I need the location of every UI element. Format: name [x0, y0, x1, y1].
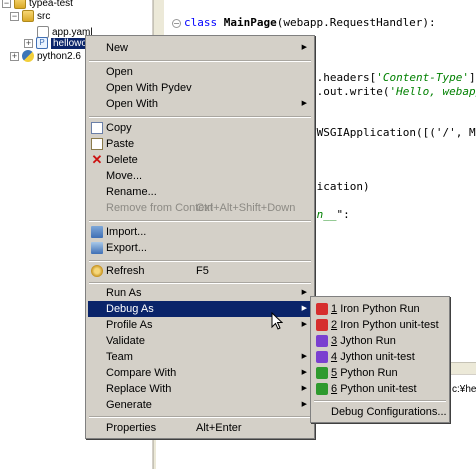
code-line: e.out.write('Hello, webapp: [310, 85, 476, 98]
copy-icon: [91, 122, 103, 134]
iron-python-run-icon: [316, 303, 328, 315]
jython-unit-test-icon: [316, 351, 328, 363]
python-unit-test-icon: [316, 383, 328, 395]
menu-item-team[interactable]: Team ▶: [88, 349, 312, 365]
export-icon: [91, 242, 103, 254]
tree-item-label: src: [37, 11, 51, 22]
submenu-item-iron-python-unit-test[interactable]: 2 Iron Python unit-test: [313, 317, 447, 333]
project-label: typea-test: [29, 0, 73, 9]
collapse-icon[interactable]: −: [2, 0, 11, 8]
menu-separator: [314, 400, 446, 402]
code-line: e.headers['Content-Type']: [310, 71, 476, 84]
menu-item-remove-from-context: Remove from Context Ctrl+Alt+Shift+Down: [106, 202, 296, 214]
submenu-arrow-icon: ▶: [301, 321, 307, 328]
submenu-arrow-icon: ▶: [301, 44, 307, 51]
menu-item-replace-with[interactable]: Replace With ▶: [88, 381, 312, 397]
menu-item-run-as[interactable]: Run As ▶: [88, 285, 312, 301]
submenu-item-python-unit-test[interactable]: 6 Python unit-test: [313, 381, 447, 397]
fold-marker-icon[interactable]: −: [172, 18, 181, 28]
paste-icon: [91, 138, 103, 150]
submenu-arrow-icon: ▶: [301, 100, 307, 107]
collapse-icon[interactable]: −: [10, 11, 19, 21]
code-line: lication): [310, 180, 370, 193]
menu-item-import[interactable]: Import...: [88, 224, 312, 240]
refresh-icon: [91, 265, 103, 277]
code-line: .WSGIApplication([('/', Ma: [310, 126, 476, 139]
submenu-item-python-run[interactable]: 5 Python Run: [313, 365, 447, 381]
python-interpreter-icon: [22, 50, 34, 63]
expand-icon[interactable]: +: [24, 38, 33, 48]
menu-item-new[interactable]: New ▶: [88, 40, 312, 56]
python-run-icon: [316, 367, 328, 379]
debug-as-submenu: 1 Iron Python Run 2 Iron Python unit-tes…: [310, 296, 450, 423]
menu-item-paste[interactable]: Paste: [88, 136, 312, 152]
import-icon: [91, 226, 103, 238]
menu-item-refresh[interactable]: Refresh F5: [88, 263, 312, 279]
menu-separator: [89, 60, 311, 62]
menu-separator: [89, 282, 311, 284]
submenu-arrow-icon: ▶: [301, 305, 307, 312]
menu-item-delete[interactable]: ✕ Delete: [88, 152, 312, 168]
submenu-item-jython-unit-test[interactable]: 4 Jython unit-test: [313, 349, 447, 365]
menu-item-rename[interactable]: Rename...: [88, 184, 312, 200]
submenu-item-iron-python-run[interactable]: 1 Iron Python Run: [313, 301, 447, 317]
jython-run-icon: [316, 335, 328, 347]
menu-item-move[interactable]: Move...: [88, 168, 312, 184]
menu-item-validate[interactable]: Validate: [88, 333, 312, 349]
menu-separator: [89, 220, 311, 222]
submenu-arrow-icon: ▶: [301, 385, 307, 392]
menu-item-copy[interactable]: Copy: [88, 120, 312, 136]
menu-separator: [89, 116, 311, 118]
tree-item-src[interactable]: − src: [10, 9, 50, 25]
delete-icon: ✕: [91, 152, 103, 167]
code-line: in__":: [310, 208, 350, 221]
menu-item-open-with-pydev[interactable]: Open With Pydev: [88, 80, 312, 96]
submenu-arrow-icon: ▶: [301, 289, 307, 296]
menu-item-compare-with[interactable]: Compare With ▶: [88, 365, 312, 381]
tree-item-python26[interactable]: + python2.6: [10, 49, 81, 65]
iron-python-unit-test-icon: [316, 319, 328, 331]
submenu-arrow-icon: ▶: [301, 369, 307, 376]
menu-item-properties[interactable]: Properties Alt+Enter: [88, 420, 312, 436]
python-module-icon: P: [36, 37, 48, 50]
mouse-pointer-icon: [271, 312, 283, 330]
submenu-item-debug-configurations[interactable]: Debug Configurations...: [313, 404, 447, 420]
menu-separator: [89, 260, 311, 262]
submenu-item-jython-run[interactable]: 3 Jython Run: [313, 333, 447, 349]
menu-item-generate[interactable]: Generate ▶: [88, 397, 312, 413]
menu-item-open[interactable]: Open: [88, 64, 312, 80]
project-icon: [14, 0, 26, 10]
console-path: c:¥hello: [452, 384, 476, 395]
context-menu: New ▶ Open Open With Pydev Open With ▶ Cop…: [85, 35, 315, 439]
source-folder-icon: [22, 10, 34, 23]
submenu-arrow-icon: ▶: [301, 353, 307, 360]
code-line: − class MainPage(webapp.RequestHandler):: [172, 16, 436, 29]
submenu-arrow-icon: ▶: [301, 401, 307, 408]
menu-separator: [89, 416, 311, 418]
tree-item-label: python2.6: [37, 51, 81, 62]
expand-icon[interactable]: +: [10, 51, 19, 61]
menu-item-open-with[interactable]: Open With ▶: [88, 96, 312, 112]
menu-item-export[interactable]: Export...: [88, 240, 312, 256]
